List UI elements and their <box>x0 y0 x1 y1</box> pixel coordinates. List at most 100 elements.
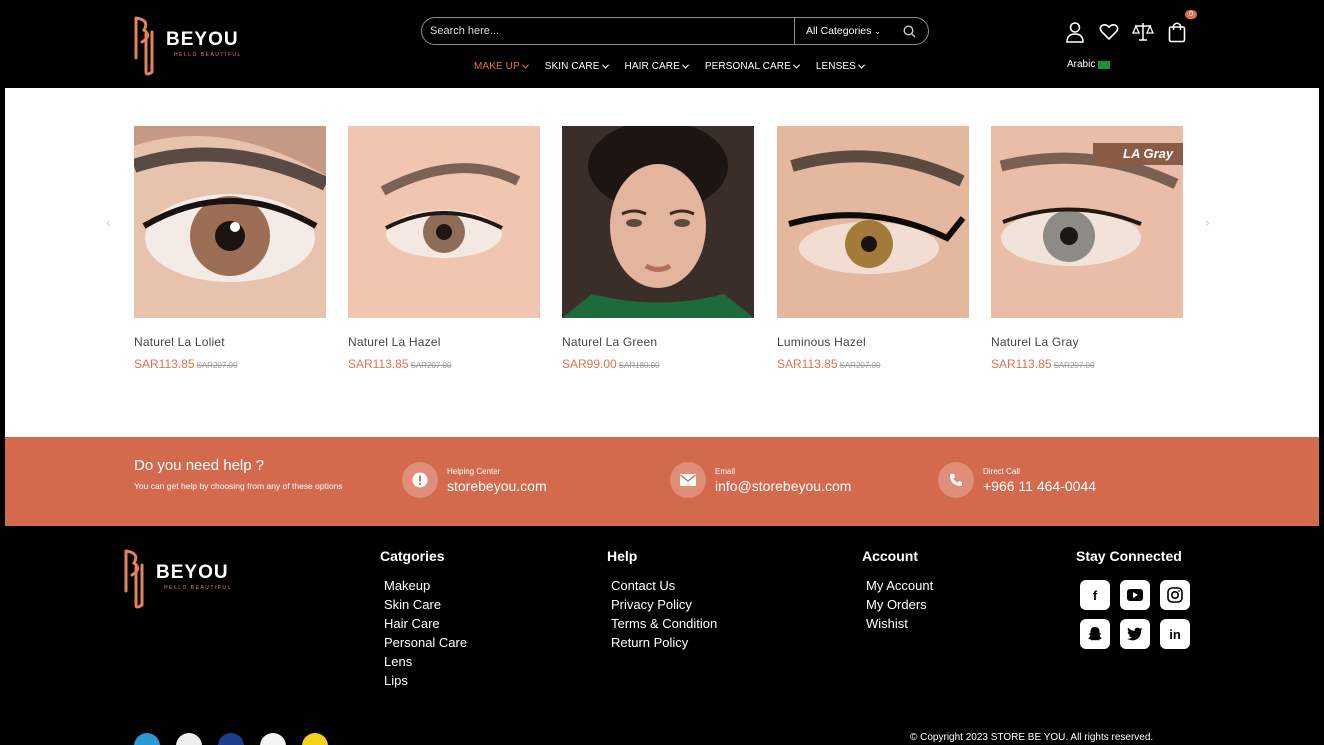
product-image[interactable] <box>562 126 754 318</box>
nav-item-skin-care[interactable]: SKIN CARE <box>544 61 609 72</box>
footer-link[interactable]: Lens <box>384 652 467 671</box>
linkedin-icon[interactable]: in <box>1160 619 1190 649</box>
payment-icon <box>260 733 286 745</box>
nav-label: SKIN CARE <box>544 61 600 72</box>
product-image-label: LA Gray <box>1123 146 1174 161</box>
social-links: f in <box>1080 580 1190 649</box>
product-name[interactable]: Naturel La Loliet <box>134 335 326 349</box>
cart-icon[interactable]: 0 <box>1166 10 1197 44</box>
payment-icon <box>176 733 202 745</box>
product-image[interactable]: LA Gray <box>991 126 1183 318</box>
footer-link[interactable]: Terms & Condition <box>611 614 717 633</box>
footer-link[interactable]: Lips <box>384 671 467 690</box>
original-price: SAR207.00 <box>839 361 881 370</box>
product-image[interactable] <box>134 126 326 318</box>
help-item-value[interactable]: info@storebeyou.com <box>715 478 851 494</box>
nav-item-lenses[interactable]: LENSES <box>815 61 865 72</box>
heart-icon[interactable] <box>1098 20 1120 44</box>
nav-item-personal-care[interactable]: PERSONAL CARE <box>704 61 800 72</box>
nav-label: PERSONAL CARE <box>704 61 791 72</box>
phone-icon <box>938 462 974 498</box>
carousel-prev-arrow[interactable]: ‹ <box>106 214 111 230</box>
original-price: SAR207.00 <box>410 361 452 370</box>
header-icons: 0 <box>1064 10 1197 44</box>
product-card[interactable]: Naturel La Loliet SAR113.85 SAR207.00 <box>134 126 326 371</box>
footer-link[interactable]: Wishist <box>866 614 933 633</box>
main-nav: MAKE UP SKIN CARE HAIR CARE PERSONAL CAR… <box>474 61 881 72</box>
brand-logo[interactable]: BEYOU HELLO BEAUTIFUL <box>130 14 270 76</box>
nav-label: LENSES <box>815 61 856 72</box>
footer-heading: Stay Connected <box>1076 548 1182 564</box>
compare-icon[interactable] <box>1132 20 1154 44</box>
product-name[interactable]: Naturel La Gray <box>991 335 1183 349</box>
original-price: SAR180.00 <box>618 361 660 370</box>
instagram-icon[interactable] <box>1160 580 1190 610</box>
help-item-value[interactable]: storebeyou.com <box>447 478 547 494</box>
original-price: SAR207.00 <box>196 361 238 370</box>
category-select-label: All Categories <box>806 25 872 37</box>
nav-label: HAIR CARE <box>624 61 680 72</box>
footer-social: Stay Connected <box>1076 548 1182 576</box>
footer-logo[interactable]: BEYOU HELLO BEAUTIFUL <box>120 547 260 609</box>
sale-price: SAR113.85 <box>777 357 838 371</box>
footer-link[interactable]: Hair Care <box>384 614 467 633</box>
user-icon[interactable] <box>1064 20 1086 44</box>
product-name[interactable]: Luminous Hazel <box>777 335 969 349</box>
product-price: SAR113.85 SAR207.00 <box>991 357 1183 371</box>
copyright: © Copyright 2023 STORE BE YOU. All right… <box>910 732 1154 743</box>
product-price: SAR113.85 SAR207.00 <box>777 357 969 371</box>
search-bar: All Categories ⌄ <box>421 17 929 45</box>
help-item-label: Helping Center <box>447 466 501 476</box>
nav-item-makeup[interactable]: MAKE UP <box>474 61 529 72</box>
footer-link[interactable]: Contact Us <box>611 576 717 595</box>
carousel-next-arrow[interactable]: › <box>1205 214 1210 230</box>
envelope-icon <box>670 462 706 498</box>
help-item-value[interactable]: +966 11 464-0044 <box>983 478 1096 494</box>
chevron-down-icon <box>521 61 529 69</box>
search-input[interactable] <box>422 25 794 37</box>
category-select[interactable]: All Categories ⌄ <box>794 18 894 44</box>
product-image[interactable] <box>777 126 969 318</box>
product-price: SAR99.00 SAR180.00 <box>562 357 754 371</box>
help-band: Do you need help ? You can get help by c… <box>5 437 1319 526</box>
info-icon <box>402 462 438 498</box>
product-card[interactable]: Naturel La Green SAR99.00 SAR180.00 <box>562 126 754 371</box>
help-item-center[interactable]: Helping Center storebeyou.com <box>402 462 547 498</box>
language-switch[interactable]: Arabic <box>1067 59 1111 70</box>
footer-help: Help Contact Us Privacy Policy Terms & C… <box>607 548 717 652</box>
product-carousel: ‹ › Naturel La Loliet SAR113.85 SAR207.00 <box>5 88 1319 437</box>
payment-icon <box>302 733 328 745</box>
payment-icon <box>134 733 160 745</box>
original-price: SAR207.00 <box>1053 361 1095 370</box>
sale-price: SAR113.85 <box>134 357 195 371</box>
sale-price: SAR113.85 <box>991 357 1052 371</box>
snapchat-icon[interactable] <box>1080 619 1110 649</box>
product-card[interactable]: LA Gray Naturel La Gray SAR113.85 SAR207.… <box>991 126 1183 371</box>
footer-heading: Catgories <box>380 548 445 564</box>
footer-link[interactable]: Personal Care <box>384 633 467 652</box>
youtube-icon[interactable] <box>1120 580 1150 610</box>
chevron-down-icon <box>601 61 609 69</box>
product-name[interactable]: Naturel La Green <box>562 335 754 349</box>
footer-link[interactable]: Privacy Policy <box>611 595 717 614</box>
product-card[interactable]: Luminous Hazel SAR113.85 SAR207.00 <box>777 126 969 371</box>
footer-link[interactable]: Makeup <box>384 576 467 595</box>
language-label: Arabic <box>1067 59 1096 70</box>
help-item-email[interactable]: Email info@storebeyou.com <box>670 462 851 498</box>
page: BEYOU HELLO BEAUTIFUL All Categories ⌄ M… <box>0 0 1324 745</box>
footer-account: Account My Account My Orders Wishist <box>862 548 933 633</box>
help-item-call[interactable]: Direct Call +966 11 464-0044 <box>938 462 1096 498</box>
product-price: SAR113.85 SAR207.00 <box>134 357 326 371</box>
footer-link[interactable]: My Account <box>866 576 933 595</box>
search-icon[interactable] <box>894 24 924 38</box>
footer-link[interactable]: Return Policy <box>611 633 717 652</box>
footer-link[interactable]: Skin Care <box>384 595 467 614</box>
twitter-icon[interactable] <box>1120 619 1150 649</box>
nav-label: MAKE UP <box>474 61 520 72</box>
product-card[interactable]: Naturel La Hazel SAR113.85 SAR207.00 <box>348 126 540 371</box>
nav-item-hair-care[interactable]: HAIR CARE <box>624 61 689 72</box>
facebook-icon[interactable]: f <box>1080 580 1110 610</box>
product-image[interactable] <box>348 126 540 318</box>
footer-link[interactable]: My Orders <box>866 595 933 614</box>
product-name[interactable]: Naturel La Hazel <box>348 335 540 349</box>
